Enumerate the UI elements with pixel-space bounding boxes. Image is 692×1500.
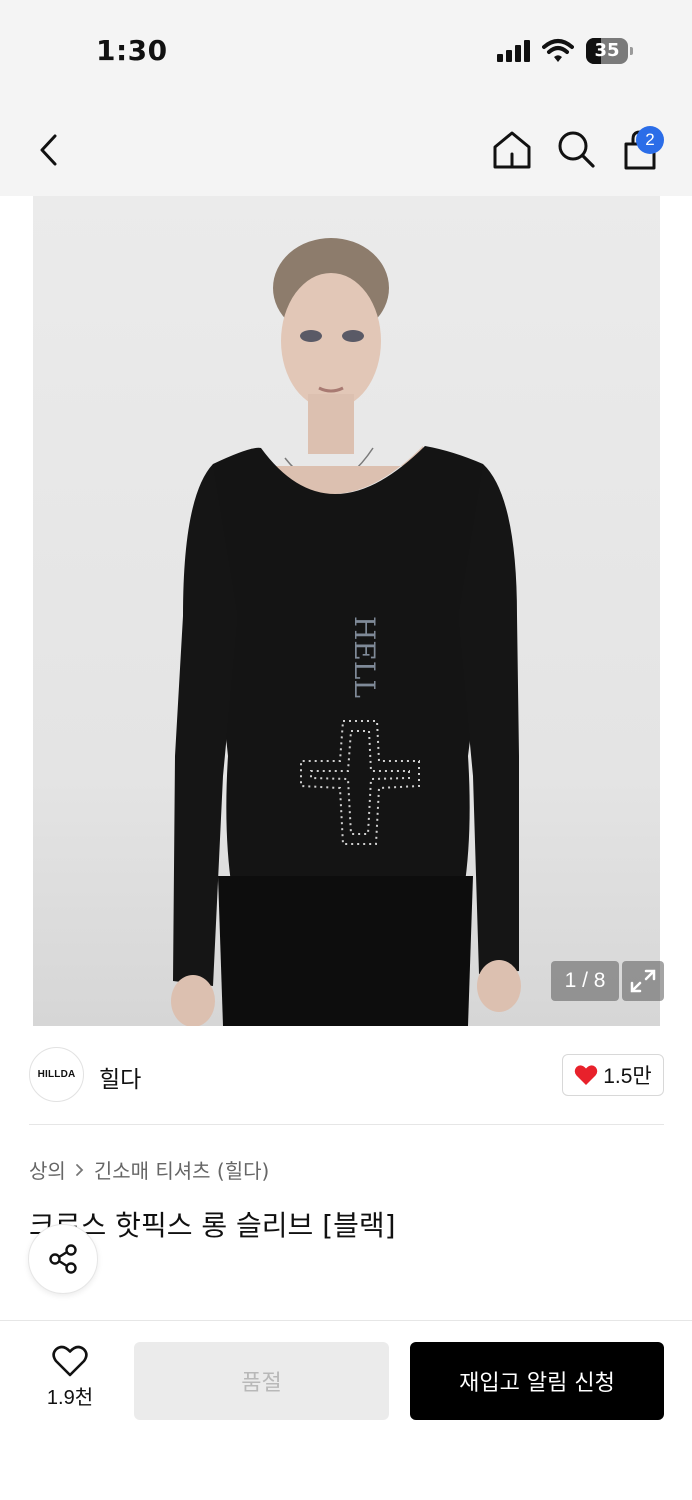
breadcrumb: 상의 긴소매 티셔츠 (힐다) — [29, 1155, 269, 1184]
restock-alert-button[interactable]: 재입고 알림 신청 — [410, 1342, 664, 1420]
battery-icon: 35 — [586, 38, 634, 64]
home-button[interactable] — [490, 128, 534, 172]
image-counter: 1 / 8 — [551, 961, 619, 1001]
share-button[interactable] — [28, 1224, 98, 1294]
battery-level: 35 — [594, 40, 620, 61]
status-time: 1:30 — [96, 34, 168, 67]
svg-text:HELL: HELL — [348, 616, 381, 698]
wishlist-count: 1.9천 — [46, 1387, 94, 1409]
wifi-icon — [542, 39, 574, 62]
brand-like-button[interactable]: 1.5만 — [562, 1054, 664, 1096]
cellular-signal-icon — [497, 40, 531, 62]
search-button[interactable] — [554, 128, 598, 172]
chevron-right-icon — [75, 1163, 84, 1176]
chevron-left-icon — [40, 134, 57, 166]
heart-filled-icon — [574, 1065, 598, 1085]
expand-image-button[interactable] — [622, 961, 664, 1001]
expand-icon — [630, 969, 656, 993]
cart-count-badge: 2 — [636, 126, 664, 154]
product-photo: HELL — [33, 196, 660, 1026]
brand-logo-text: HILLDA — [37, 1069, 76, 1080]
brand-row: HILLDA 힐다 1.5만 — [0, 1026, 692, 1124]
brand-logo[interactable]: HILLDA — [29, 1047, 84, 1102]
home-icon — [493, 131, 531, 169]
bottom-action-bar: 1.9천 품절 재입고 알림 신청 — [0, 1320, 692, 1500]
brand-like-count: 1.5만 — [603, 1065, 652, 1088]
breadcrumb-category[interactable]: 상의 — [29, 1155, 66, 1184]
brand-name[interactable]: 힐다 — [99, 1060, 141, 1094]
product-image[interactable]: HELL — [33, 196, 660, 1026]
wishlist-button[interactable]: 1.9천 — [30, 1345, 110, 1425]
top-navigation — [0, 100, 692, 196]
status-bar: 1:30 35 — [0, 0, 692, 100]
share-icon — [49, 1244, 77, 1274]
heart-outline-icon — [52, 1345, 88, 1377]
divider — [29, 1124, 664, 1125]
search-icon — [558, 131, 595, 168]
breadcrumb-subcategory[interactable]: 긴소매 티셔츠 (힐다) — [94, 1155, 270, 1184]
back-button[interactable] — [28, 128, 72, 172]
soldout-button: 품절 — [134, 1342, 389, 1420]
